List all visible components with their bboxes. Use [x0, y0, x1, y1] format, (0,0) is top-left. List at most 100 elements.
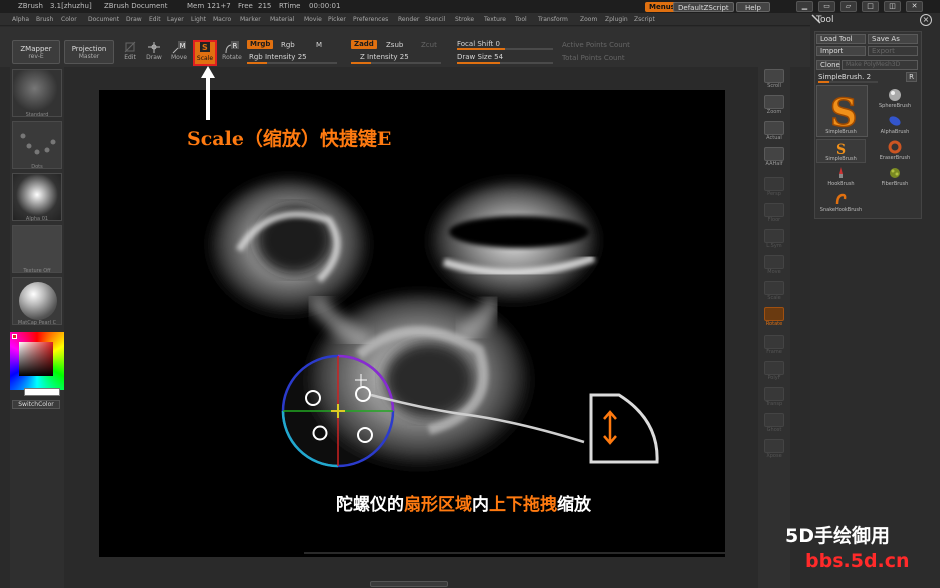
make-polymesh-button[interactable]: Make PolyMesh3D [842, 60, 918, 70]
menu-preferences[interactable]: Preferences [353, 13, 388, 26]
menu-movie[interactable]: Movie [304, 13, 322, 26]
frame-button[interactable]: Frame [762, 335, 786, 359]
menu-marker[interactable]: Marker [240, 13, 261, 26]
texture-thumb[interactable] [12, 225, 62, 273]
menu-zplugin[interactable]: Zplugin [605, 13, 628, 26]
menu-light[interactable]: Light [191, 13, 206, 26]
menu-zscript[interactable]: Zscript [634, 13, 655, 26]
menu-brush[interactable]: Brush [36, 13, 53, 26]
restore-icon[interactable]: ▭ [818, 1, 835, 12]
rgb-intensity-track[interactable] [247, 62, 337, 64]
xpose-button[interactable]: Xpose [762, 439, 786, 463]
snakehookbrush-tool[interactable]: SnakeHookBrush [816, 191, 866, 217]
save-as-button[interactable]: Save As [868, 34, 918, 44]
menu-texture[interactable]: Texture [484, 13, 506, 26]
matcap-thumb[interactable] [12, 277, 62, 325]
menu-stroke[interactable]: Stroke [455, 13, 474, 26]
minimize-icon[interactable]: ▁ [796, 1, 813, 12]
simplebrush-tool[interactable]: S SimpleBrush [816, 139, 866, 163]
menu-material[interactable]: Material [270, 13, 294, 26]
color-square[interactable] [19, 342, 53, 376]
zcut-button[interactable]: Zcut [421, 41, 437, 49]
secondary-color-swatch[interactable] [24, 388, 60, 396]
floor-button[interactable]: Floor [762, 203, 786, 227]
zmapper-button[interactable]: ZMapper rev-E [12, 40, 60, 64]
scale-tool[interactable]: S Scale [193, 40, 217, 66]
default-zscript-button[interactable]: DefaultZScript [673, 2, 734, 12]
menu-tool[interactable]: Tool [515, 13, 527, 26]
edit-tool[interactable]: Edit [118, 41, 142, 67]
maximize-icon[interactable]: □ [862, 1, 879, 12]
color-picker[interactable] [10, 332, 64, 390]
persp-button[interactable]: Persp [762, 177, 786, 201]
menu-draw[interactable]: Draw [126, 13, 142, 26]
menu-document[interactable]: Document [88, 13, 119, 26]
alpha-thumb[interactable] [12, 173, 62, 221]
menu-color[interactable]: Color [61, 13, 77, 26]
r-button[interactable]: R [906, 72, 917, 82]
z-intensity-track[interactable] [351, 62, 441, 64]
focal-shift-slider[interactable]: Focal Shift 0 [457, 40, 500, 48]
actual-button[interactable]: Actual [762, 121, 786, 145]
menu-picker[interactable]: Picker [328, 13, 346, 26]
zsub-button[interactable]: Zsub [386, 41, 403, 49]
zoom-button[interactable]: Zoom [762, 95, 786, 119]
mrgb-button[interactable]: Mrgb [247, 40, 274, 49]
projection-master-button[interactable]: Projection Master [64, 40, 114, 64]
m-button[interactable]: M [316, 41, 322, 49]
bottom-scroll-handle[interactable] [370, 581, 448, 587]
polyf-button[interactable]: PolyF [762, 361, 786, 385]
rotate-tool[interactable]: R Rotate [220, 41, 244, 67]
actual-label: Actual [766, 135, 782, 141]
zadd-button[interactable]: Zadd [351, 40, 377, 49]
scroll-button[interactable]: Scroll [762, 69, 786, 93]
fiberbrush-tool[interactable]: FiberBrush [870, 165, 920, 191]
spherebrush-tool[interactable]: SphereBrush [870, 87, 920, 113]
import-button[interactable]: Import [816, 46, 866, 56]
transp-button[interactable]: Transp [762, 387, 786, 411]
clone-button[interactable]: Clone [816, 60, 840, 70]
transform-gyro[interactable] [281, 354, 395, 468]
menu-render[interactable]: Render [398, 13, 419, 26]
dots-stroke-thumb[interactable] [12, 121, 62, 169]
focal-shift-track[interactable] [457, 48, 553, 50]
rgb-intensity-slider[interactable]: Rgb Intensity 25 [249, 53, 307, 61]
scale-view-label: Scale [767, 295, 781, 301]
load-tool-button[interactable]: Load Tool [816, 34, 866, 44]
draw-size-track[interactable] [457, 62, 553, 64]
menu-edit[interactable]: Edit [149, 13, 161, 26]
close-icon[interactable]: ✕ [906, 1, 923, 12]
dots-label: Dots [31, 164, 43, 170]
eraserbrush-tool[interactable]: EraserBrush [870, 139, 920, 165]
menu-macro[interactable]: Macro [213, 13, 231, 26]
ghost-button[interactable]: Ghost [762, 413, 786, 437]
switch-color-button[interactable]: SwitchColor [12, 400, 60, 409]
move-view-button[interactable]: Move [762, 255, 786, 279]
top-shelf: ZMapper rev-E Projection Master Edit Dra… [0, 27, 812, 67]
menu-stencil[interactable]: Stencil [425, 13, 445, 26]
help-button[interactable]: Help [736, 2, 770, 12]
active-color-swatch[interactable] [12, 334, 17, 339]
menu-layer[interactable]: Layer [167, 13, 184, 26]
draw-tool[interactable]: Draw [142, 41, 166, 67]
move-tool[interactable]: M Move [167, 41, 191, 67]
lsym-button[interactable]: L.Sym [762, 229, 786, 253]
aahalf-button[interactable]: AAHalf [762, 147, 786, 171]
standard-brush-thumb[interactable] [12, 69, 62, 117]
scale-view-button[interactable]: Scale [762, 281, 786, 305]
z-intensity-slider[interactable]: Z Intensity 25 [360, 53, 409, 61]
left-scroll-strip[interactable] [0, 67, 10, 588]
draw-size-slider[interactable]: Draw Size 54 [457, 53, 503, 61]
menu-transform[interactable]: Transform [538, 13, 568, 26]
layout-icon[interactable]: ◫ [884, 1, 901, 12]
export-button[interactable]: Export [868, 46, 918, 56]
document-canvas[interactable]: Scale（缩放）快捷键E 陀螺仪的扇形区域内上下拖拽缩放 [99, 90, 725, 557]
alphabrush-tool[interactable]: AlphaBrush [870, 113, 920, 139]
menu-alpha[interactable]: Alpha [12, 13, 29, 26]
rgb-button[interactable]: Rgb [281, 41, 295, 49]
menu-zoom[interactable]: Zoom [580, 13, 597, 26]
hookbrush-tool[interactable]: HookBrush [816, 165, 866, 191]
tool-panel-close-icon[interactable]: × [920, 14, 932, 26]
collapse-icon[interactable]: ▱ [840, 1, 857, 12]
rotate-view-button[interactable]: Rotate [762, 307, 786, 331]
